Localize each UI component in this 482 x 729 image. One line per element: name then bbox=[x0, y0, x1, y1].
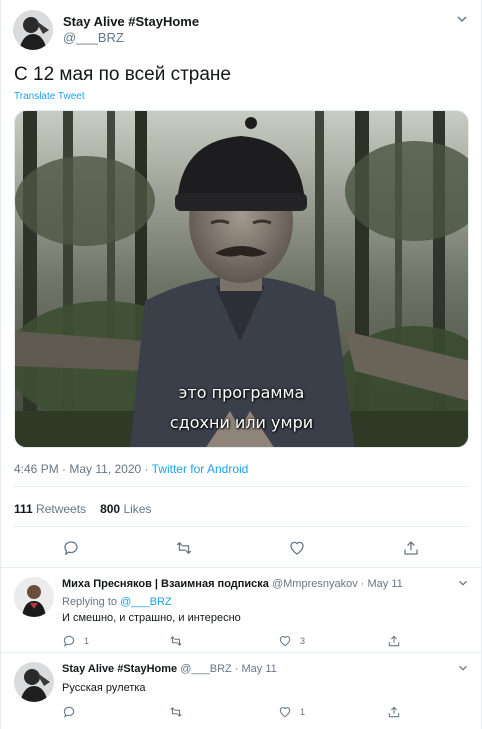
share-button[interactable] bbox=[387, 633, 401, 649]
heart-icon bbox=[290, 541, 304, 555]
heart-icon bbox=[279, 707, 291, 718]
divider bbox=[1, 652, 481, 653]
reply-tweet[interactable]: Миха Пресняков | Взаимная подписка @Mmpr… bbox=[1, 577, 482, 657]
retweet-icon bbox=[170, 707, 182, 717]
retweets-stat[interactable]: 111 Retweets bbox=[14, 502, 86, 516]
like-button[interactable] bbox=[288, 538, 306, 558]
main-tweet-actions bbox=[1, 538, 482, 562]
author-avatar[interactable] bbox=[13, 10, 53, 50]
chevron-down-icon[interactable] bbox=[457, 577, 469, 589]
divider bbox=[1, 567, 481, 568]
share-button[interactable] bbox=[387, 704, 401, 720]
reply-author-name[interactable]: Stay Alive #StayHome bbox=[62, 663, 177, 675]
reply-text: И смешно, и страшно, и интересно bbox=[62, 612, 241, 624]
share-icon bbox=[404, 541, 418, 555]
reply-author-handle[interactable]: @Mmpresnyakov · May 11 bbox=[272, 578, 403, 590]
author-info: Stay Alive #StayHome @___BRZ bbox=[63, 14, 199, 46]
retweet-icon bbox=[170, 636, 182, 646]
tweet-media-image[interactable]: это программа сдохни или умри bbox=[14, 110, 469, 448]
reply-author-avatar[interactable] bbox=[14, 662, 54, 702]
author-name[interactable]: Stay Alive #StayHome bbox=[63, 14, 199, 30]
reply-button[interactable] bbox=[62, 538, 80, 558]
reply-header: Stay Alive #StayHome @___BRZ · May 11 bbox=[62, 663, 277, 675]
likes-stat[interactable]: 800 Likes bbox=[100, 502, 151, 516]
reply-icon bbox=[64, 541, 78, 556]
reply-button[interactable]: 1 bbox=[62, 633, 89, 649]
tweet-text: С 12 мая по всей стране bbox=[14, 64, 231, 85]
replying-to-prefix: Replying to bbox=[62, 596, 121, 608]
chevron-down-icon[interactable] bbox=[455, 12, 469, 26]
reply-header: Миха Пресняков | Взаимная подписка @Mmpr… bbox=[62, 578, 403, 590]
heart-icon bbox=[279, 636, 291, 647]
reply-count: 1 bbox=[84, 636, 90, 646]
retweets-label: Retweets bbox=[36, 502, 87, 516]
share-icon bbox=[388, 706, 400, 718]
reply-author-handle[interactable]: @___BRZ · May 11 bbox=[180, 663, 277, 675]
divider bbox=[14, 526, 468, 527]
reply-button[interactable] bbox=[62, 704, 84, 720]
like-button[interactable]: 1 bbox=[278, 704, 305, 720]
like-count: 3 bbox=[300, 636, 306, 646]
reply-icon bbox=[63, 706, 75, 718]
reply-author-avatar[interactable] bbox=[14, 577, 54, 617]
reply-author-name[interactable]: Миха Пресняков | Взаимная подписка bbox=[62, 578, 269, 590]
replying-to: Replying to @___BRZ bbox=[62, 596, 172, 608]
share-icon bbox=[388, 635, 400, 647]
reply-text: Русская рулетка bbox=[62, 682, 146, 694]
media-subtitle-line-1: это программа bbox=[178, 383, 305, 402]
retweets-count: 111 bbox=[14, 502, 33, 516]
divider bbox=[14, 486, 468, 487]
retweet-button[interactable] bbox=[169, 633, 191, 649]
chevron-down-icon[interactable] bbox=[457, 662, 469, 674]
retweet-icon bbox=[176, 541, 192, 555]
likes-count: 800 bbox=[100, 502, 121, 516]
retweet-button[interactable] bbox=[175, 538, 193, 558]
tweet-source-link[interactable]: Twitter for Android bbox=[152, 462, 249, 476]
reply-icon bbox=[63, 635, 75, 647]
like-button[interactable]: 3 bbox=[278, 633, 305, 649]
reply-tweet[interactable]: Stay Alive #StayHome @___BRZ · May 11 Ру… bbox=[1, 662, 482, 728]
like-count: 1 bbox=[300, 707, 306, 717]
translate-tweet-link[interactable]: Translate Tweet bbox=[14, 91, 85, 102]
tweet-timestamp: 4:46 PM · May 11, 2020 · Twitter for And… bbox=[14, 462, 248, 476]
likes-label: Likes bbox=[123, 502, 152, 516]
tweet-stats: 111 Retweets 800 Likes bbox=[14, 502, 151, 516]
replying-to-link[interactable]: @___BRZ bbox=[120, 596, 172, 608]
media-subtitle-line-2: сдохни или умри bbox=[169, 413, 314, 432]
tweet-detail-page: Stay Alive #StayHome @___BRZ С 12 мая по… bbox=[0, 0, 482, 729]
retweet-button[interactable] bbox=[169, 704, 191, 720]
tweet-time[interactable]: 4:46 PM · May 11, 2020 · bbox=[14, 462, 152, 476]
share-button[interactable] bbox=[402, 538, 420, 558]
author-handle[interactable]: @___BRZ bbox=[63, 30, 199, 46]
main-tweet-header: Stay Alive #StayHome @___BRZ bbox=[13, 10, 469, 50]
